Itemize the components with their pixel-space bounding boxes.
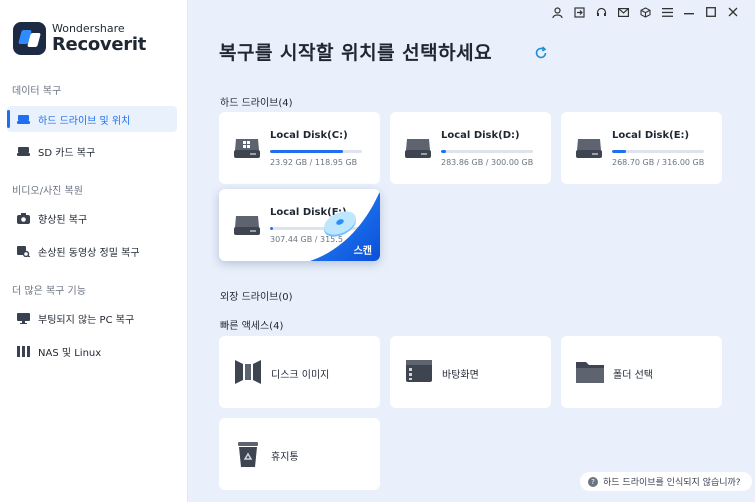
maximize-icon[interactable] [703,5,719,19]
drive-icon [576,139,602,158]
drive-icon [234,216,260,235]
quick-access-desktop[interactable]: 바탕화면 [390,336,551,408]
mail-icon[interactable] [615,5,631,19]
sidebar: Wondershare Recoverit 데이터 복구 하드 드라이브 및 위… [0,0,188,502]
folder-icon [576,362,604,383]
recoverit-logo-icon [13,22,46,55]
external-drives-label: 외장 드라이브(0) [220,292,293,303]
sign-in-icon[interactable] [571,5,587,19]
disk-size: 23.92 GB / 118.95 GB [270,158,358,167]
help-text: 하드 드라이브를 인식되지 않습니까? [603,478,741,488]
disk-usage-bar [441,150,533,153]
title-bar [549,5,741,19]
drive-icon [405,139,431,158]
disk-usage-bar [612,150,704,153]
disk-size: 268.70 GB / 316.00 GB [612,158,705,167]
disk-usage-fill [441,150,446,153]
quick-access-select-folder[interactable]: 폴더 선택 [561,336,722,408]
disk-name: Local Disk(E:) [612,130,690,141]
sidebar-item-video-repair[interactable]: 손상된 동영상 정밀 복구 [7,238,177,264]
minimize-icon[interactable] [681,5,697,19]
quick-access-label: 폴더 선택 [613,370,653,381]
disk-card-f[interactable]: Local Disk(F:) 307.44 GB / 315.5 스캔 [219,189,380,261]
app-logo: Wondershare Recoverit [13,22,146,55]
recycle-bin-icon [238,442,258,467]
help-link[interactable]: ? 하드 드라이브를 인식되지 않습니까? [580,472,752,491]
quick-access-label: 디스크 이미지 [271,370,330,381]
video-repair-icon [17,245,30,257]
hard-drive-icon [17,114,30,124]
headset-icon[interactable] [593,5,609,19]
monitor-icon [17,312,30,324]
close-icon[interactable] [725,5,741,19]
disk-usage-bar [270,150,362,153]
quick-access-recycle-bin[interactable]: 휴지통 [219,418,380,490]
sidebar-item-label: NAS 및 Linux [38,347,102,359]
sidebar-item-nas-linux[interactable]: NAS 및 Linux [7,338,177,364]
disk-card-c[interactable]: Local Disk(C:) 23.92 GB / 118.95 GB [219,112,380,184]
sidebar-item-hard-drive[interactable]: 하드 드라이브 및 위치 [7,106,177,132]
quick-access-label: 빠른 액세스(4) [220,321,284,332]
refresh-icon[interactable] [534,46,548,60]
brand-big: Recoverit [52,34,146,55]
sidebar-item-unbootable-pc[interactable]: 부팅되지 않는 PC 복구 [7,305,177,331]
sidebar-item-label: SD 카드 복구 [38,147,96,159]
quick-access-disk-image[interactable]: 디스크 이미지 [219,336,380,408]
user-icon[interactable] [549,5,565,19]
sd-card-icon [17,146,30,156]
disk-usage-fill [612,150,626,153]
desktop-icon [406,360,432,382]
disk-card-e[interactable]: Local Disk(E:) 268.70 GB / 316.00 GB [561,112,722,184]
os-drive-icon [234,139,260,158]
menu-icon[interactable] [659,5,675,19]
sidebar-item-enhanced-recovery[interactable]: 향상된 복구 [7,205,177,231]
question-icon: ? [588,476,598,487]
disk-image-icon [235,360,261,384]
section-label-data-recovery: 데이터 복구 [12,86,62,97]
sidebar-item-sd-card[interactable]: SD 카드 복구 [7,138,177,164]
page-title: 복구를 시작할 위치를 선택하세요 [219,42,493,64]
sidebar-item-label: 손상된 동영상 정밀 복구 [38,247,140,259]
hard-drives-label: 하드 드라이브(4) [220,98,293,109]
disk-usage-fill [270,150,343,153]
disk-name: Local Disk(D:) [441,130,520,141]
quick-access-label: 휴지통 [271,452,299,463]
sidebar-item-label: 부팅되지 않는 PC 복구 [38,314,135,326]
camera-icon [17,212,30,224]
sidebar-item-label: 하드 드라이브 및 위치 [38,115,131,127]
disk-name: Local Disk(C:) [270,130,348,141]
nas-icon [17,345,30,357]
cube-icon[interactable] [637,5,653,19]
quick-access-label: 바탕화면 [442,370,479,381]
section-label-video-photo: 비디오/사진 복원 [12,186,83,197]
sidebar-item-label: 향상된 복구 [38,214,88,226]
brand-small: Wondershare [52,22,125,35]
disk-card-d[interactable]: Local Disk(D:) 283.86 GB / 300.00 GB [390,112,551,184]
disk-usage-fill [270,227,273,230]
section-label-more-recovery: 더 많은 복구 기능 [12,286,86,297]
scan-label: 스캔 [353,246,372,257]
disk-size: 283.86 GB / 300.00 GB [441,158,534,167]
